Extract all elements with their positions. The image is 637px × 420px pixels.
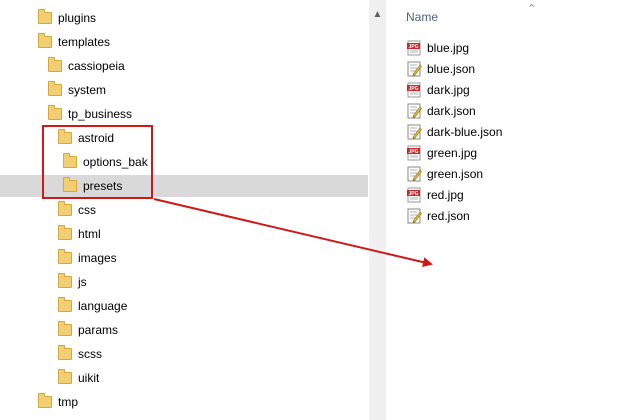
- tree-item-images[interactable]: images: [0, 247, 368, 269]
- json-file-icon: [406, 61, 422, 77]
- file-item-green-json[interactable]: green.json: [386, 163, 637, 184]
- folder-icon: [48, 105, 62, 120]
- tree-item-tmp[interactable]: tmp: [0, 391, 368, 413]
- file-name-label: dark-blue.json: [427, 125, 503, 139]
- folder-icon: [48, 81, 62, 96]
- tree-scrollbar[interactable]: ▲: [369, 0, 386, 420]
- jpg-file-icon: JPG: [406, 82, 422, 98]
- json-file-icon: [406, 124, 422, 140]
- tree-item-label: scss: [78, 347, 102, 361]
- tree-item-html[interactable]: html: [0, 223, 368, 245]
- file-item-blue-jpg[interactable]: JPG blue.jpg: [386, 37, 637, 58]
- tree-item-params[interactable]: params: [0, 319, 368, 341]
- folder-icon: [58, 345, 72, 360]
- jpg-file-icon: JPG: [406, 187, 422, 203]
- tree-item-cassiopeia[interactable]: cassiopeia: [0, 55, 368, 77]
- tree-item-system[interactable]: system: [0, 79, 368, 101]
- folder-icon: [58, 369, 72, 384]
- file-item-red-json[interactable]: red.json: [386, 205, 637, 226]
- svg-text:JPG: JPG: [408, 86, 418, 92]
- folder-icon: [48, 57, 62, 72]
- file-name-label: blue.json: [427, 62, 476, 76]
- folder-tree-pane: plugins templates cassiopeia system tp_busin…: [0, 0, 368, 420]
- tree-item-label: tp_business: [68, 107, 133, 121]
- file-item-dark-json[interactable]: dark.json: [386, 100, 637, 121]
- tree-item-tp-business[interactable]: tp_business: [0, 103, 368, 125]
- folder-icon: [58, 321, 72, 336]
- file-item-dark-blue-json[interactable]: dark-blue.json: [386, 121, 637, 142]
- tree-item-label: uikit: [78, 371, 100, 385]
- folder-icon: [38, 33, 52, 48]
- tree-item-js[interactable]: js: [0, 271, 368, 293]
- file-name-label: blue.jpg: [427, 41, 470, 55]
- tree-item-label: language: [78, 299, 128, 313]
- file-item-red-jpg[interactable]: JPG red.jpg: [386, 184, 637, 205]
- folder-icon: [58, 225, 72, 240]
- folder-icon: [58, 297, 72, 312]
- folder-icon: [38, 9, 52, 24]
- jpg-file-icon: JPG: [406, 145, 422, 161]
- folder-icon: [58, 273, 72, 288]
- file-list-pane: Name ⌃ JPG blue.jpg blue.json JPG dark.jpg da…: [386, 0, 637, 420]
- folder-icon: [38, 393, 52, 408]
- tree-item-css[interactable]: css: [0, 199, 368, 221]
- file-name-label: red.jpg: [427, 188, 464, 202]
- file-name-label: red.json: [427, 209, 470, 223]
- file-name-label: green.json: [427, 167, 484, 181]
- name-column-header[interactable]: Name: [406, 10, 438, 24]
- folder-icon: [58, 201, 72, 216]
- tree-item-label: plugins: [58, 11, 97, 25]
- tree-item-scss[interactable]: scss: [0, 343, 368, 365]
- tree-item-label: system: [68, 83, 107, 97]
- tree-item-label: params: [78, 323, 119, 337]
- tree-item-label: images: [78, 251, 117, 265]
- json-file-icon: [406, 166, 422, 182]
- tree-item-templates[interactable]: templates: [0, 31, 368, 53]
- json-file-icon: [406, 103, 422, 119]
- tree-item-plugins[interactable]: plugins: [0, 7, 368, 29]
- file-item-green-jpg[interactable]: JPG green.jpg: [386, 142, 637, 163]
- file-item-dark-jpg[interactable]: JPG dark.jpg: [386, 79, 637, 100]
- tree-item-label: cassiopeia: [68, 59, 125, 73]
- json-file-icon: [406, 208, 422, 224]
- file-name-label: green.jpg: [427, 146, 478, 160]
- file-name-label: dark.jpg: [427, 83, 470, 97]
- tree-item-label: tmp: [58, 395, 79, 409]
- folder-icon: [58, 249, 72, 264]
- file-name-label: dark.json: [427, 104, 476, 118]
- svg-text:JPG: JPG: [408, 44, 418, 50]
- tree-item-language[interactable]: language: [0, 295, 368, 317]
- annotation-highlight-box: [42, 125, 153, 199]
- svg-text:JPG: JPG: [408, 149, 418, 155]
- svg-text:JPG: JPG: [408, 191, 418, 197]
- tree-item-label: js: [78, 275, 87, 289]
- tree-item-uikit[interactable]: uikit: [0, 367, 368, 389]
- tree-item-label: templates: [58, 35, 111, 49]
- sort-ascending-icon: ⌃: [527, 3, 537, 15]
- tree-item-label: html: [78, 227, 101, 241]
- file-item-blue-json[interactable]: blue.json: [386, 58, 637, 79]
- scroll-up-arrow-icon[interactable]: ▲: [369, 8, 386, 22]
- jpg-file-icon: JPG: [406, 40, 422, 56]
- tree-item-label: css: [78, 203, 96, 217]
